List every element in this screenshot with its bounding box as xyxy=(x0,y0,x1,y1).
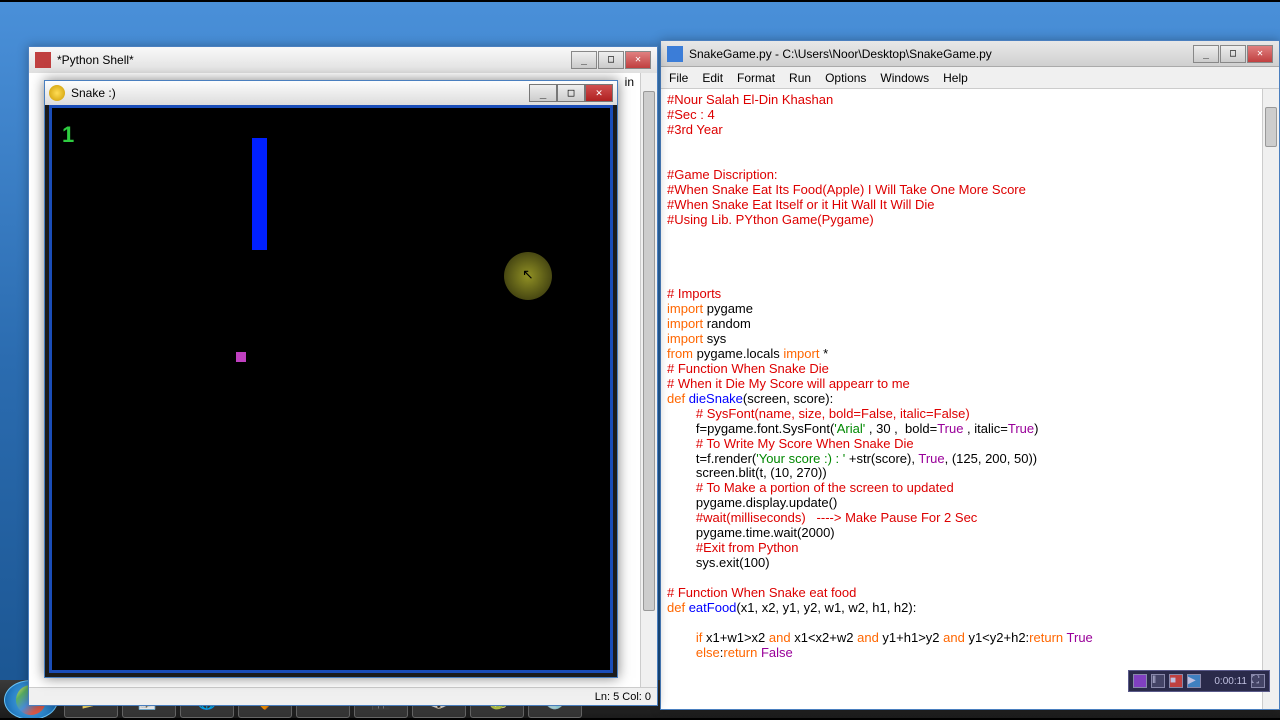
rec-stop-button[interactable]: ■ xyxy=(1169,674,1183,688)
idle-code-area[interactable]: #Nour Salah El-Din Khashan#Sec : 4#3rd Y… xyxy=(661,89,1279,709)
snake-titlebar[interactable]: Snake :) _ □ ✕ xyxy=(45,81,617,105)
maximize-button[interactable]: □ xyxy=(598,51,624,69)
snake-food xyxy=(236,352,246,362)
shell-titlebar[interactable]: *Python Shell* _ □ ✕ xyxy=(29,47,657,73)
idle-title: SnakeGame.py - C:\Users\Noor\Desktop\Sna… xyxy=(689,47,992,61)
snake-canvas[interactable]: 1 ↖ xyxy=(49,105,613,673)
rec-play-button[interactable]: ▶ xyxy=(1187,674,1201,688)
snake-score: 1 xyxy=(62,122,74,148)
menu-format[interactable]: Format xyxy=(737,71,775,85)
shell-status: Ln: 5 Col: 0 xyxy=(29,687,657,705)
minimize-button[interactable]: _ xyxy=(1193,45,1219,63)
rec-pause-button[interactable]: ‖ xyxy=(1151,674,1165,688)
recording-overlay: ‖ ■ ▶ 0:00:11 ⛶ xyxy=(1128,670,1270,692)
close-button[interactable]: ✕ xyxy=(625,51,651,69)
idle-menubar: File Edit Format Run Options Windows Hel… xyxy=(661,67,1279,89)
minimize-button[interactable]: _ xyxy=(529,84,557,102)
idle-editor-window: SnakeGame.py - C:\Users\Noor\Desktop\Sna… xyxy=(660,40,1280,710)
cursor-arrow-icon: ↖ xyxy=(522,266,534,283)
snake-title: Snake :) xyxy=(71,86,116,100)
shell-scrollbar[interactable] xyxy=(640,73,657,687)
cursor-highlight: ↖ xyxy=(504,252,552,300)
menu-options[interactable]: Options xyxy=(825,71,866,85)
rec-time: 0:00:11 xyxy=(1214,676,1247,687)
shell-title: *Python Shell* xyxy=(57,53,134,67)
close-button[interactable]: ✕ xyxy=(585,84,613,102)
rec-expand-button[interactable]: ⛶ xyxy=(1251,674,1265,688)
idle-titlebar[interactable]: SnakeGame.py - C:\Users\Noor\Desktop\Sna… xyxy=(661,41,1279,67)
python-icon xyxy=(667,46,683,62)
snake-game-window: Snake :) _ □ ✕ 1 ↖ xyxy=(44,80,618,678)
maximize-button[interactable]: □ xyxy=(1220,45,1246,63)
shell-scroll-thumb[interactable] xyxy=(643,91,655,611)
pygame-icon xyxy=(49,85,65,101)
rec-settings-icon[interactable] xyxy=(1133,674,1147,688)
snake-segment xyxy=(252,138,267,250)
close-button[interactable]: ✕ xyxy=(1247,45,1273,63)
idle-scrollbar[interactable] xyxy=(1262,89,1279,709)
menu-file[interactable]: File xyxy=(669,71,688,85)
menu-run[interactable]: Run xyxy=(789,71,811,85)
idle-scroll-thumb[interactable] xyxy=(1265,107,1277,147)
minimize-button[interactable]: _ xyxy=(571,51,597,69)
menu-help[interactable]: Help xyxy=(943,71,968,85)
maximize-button[interactable]: □ xyxy=(557,84,585,102)
tk-icon xyxy=(35,52,51,68)
menu-edit[interactable]: Edit xyxy=(702,71,723,85)
menu-windows[interactable]: Windows xyxy=(880,71,929,85)
